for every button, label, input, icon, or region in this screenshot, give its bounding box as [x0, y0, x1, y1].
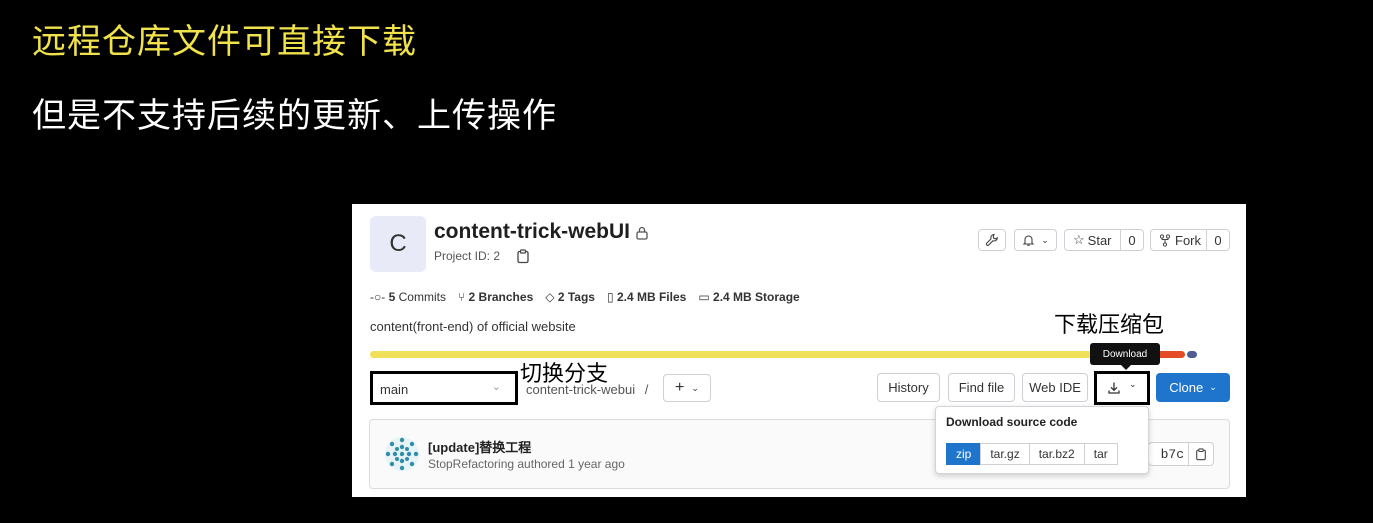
language-segment[interactable] — [1186, 351, 1198, 358]
copy-icon — [1196, 447, 1206, 460]
history-button[interactable]: History — [877, 373, 940, 402]
stat-commits[interactable]: -○- 5 Commits — [370, 290, 446, 304]
star-button[interactable]: ☆ Star 0 — [1064, 229, 1144, 251]
stat-branches[interactable]: ⑂ 2 Branches — [458, 290, 533, 304]
settings-button[interactable] — [978, 229, 1006, 251]
project-name[interactable]: content-trick-webUI — [434, 220, 630, 244]
breadcrumb-repo[interactable]: content-trick-webui — [526, 382, 635, 397]
download-icon — [1108, 382, 1120, 394]
download-format-group: zip tar.gz tar.bz2 tar — [946, 443, 1118, 465]
branch-selector[interactable]: main ⌄ — [370, 371, 518, 405]
fork-count: 0 — [1206, 230, 1229, 250]
download-targz-button[interactable]: tar.gz — [980, 443, 1030, 465]
author-avatar — [385, 437, 419, 471]
download-dropdown-title: Download source code — [946, 415, 1078, 429]
download-annotation: 下载压缩包 — [1054, 313, 1165, 338]
star-count: 0 — [1120, 230, 1143, 250]
chevron-down-icon: ⌄ — [691, 382, 699, 393]
download-tarbz2-button[interactable]: tar.bz2 — [1028, 443, 1085, 465]
project-stats: -○- 5 Commits ⑂ 2 Branches ◇ 2 Tags ▯ 2.… — [370, 290, 800, 304]
bell-icon — [1022, 234, 1035, 246]
breadcrumb: content-trick-webui / — [526, 382, 648, 397]
breadcrumb-separator: / — [644, 382, 649, 397]
plus-icon: + — [675, 379, 685, 396]
tag-icon: ◇ — [545, 290, 555, 304]
slide-subtitle: 但是不支持后续的更新、上传操作 — [32, 96, 557, 136]
star-label: Star — [1087, 232, 1112, 248]
project-avatar: C — [370, 216, 426, 272]
fork-label: Fork — [1175, 232, 1201, 248]
fork-button[interactable]: Fork 0 — [1150, 229, 1230, 251]
stat-storage[interactable]: ▭ 2.4 MB Storage — [698, 290, 799, 304]
download-tooltip: Download — [1090, 343, 1160, 370]
chevron-down-icon: ⌄ — [1129, 379, 1137, 389]
file-icon: ▯ — [606, 290, 614, 304]
find-file-button[interactable]: Find file — [948, 373, 1015, 402]
clone-button[interactable]: Clone ⌄ — [1156, 373, 1230, 402]
copy-sha-button[interactable] — [1188, 442, 1214, 466]
branch-icon: ⑂ — [457, 290, 466, 304]
clone-label: Clone — [1169, 380, 1204, 395]
lock-icon — [636, 226, 648, 240]
storage-icon: ▭ — [698, 290, 710, 304]
slide-title: 远程仓库文件可直接下载 — [32, 22, 417, 62]
fork-icon — [1159, 233, 1171, 247]
wrench-icon — [985, 233, 998, 246]
stat-tags[interactable]: ◇ 2 Tags — [545, 290, 595, 304]
project-description: content(front-end) of official website — [370, 319, 576, 334]
download-button[interactable]: ⌄ — [1094, 371, 1150, 405]
download-dropdown: Download source code zip tar.gz tar.bz2 … — [935, 406, 1149, 474]
commit-sha[interactable]: b7c — [1148, 442, 1188, 466]
chevron-down-icon: ⌄ — [1041, 234, 1049, 245]
stat-files[interactable]: ▯ 2.4 MB Files — [607, 290, 686, 304]
copy-id-icon[interactable] — [516, 249, 530, 264]
add-file-button[interactable]: + ⌄ — [663, 374, 711, 402]
language-segment[interactable] — [370, 351, 1095, 358]
gitlab-project-screenshot: C content-trick-webUI Project ID: 2 ⌄ ☆ … — [352, 204, 1246, 497]
project-id: Project ID: 2 — [434, 249, 501, 263]
notifications-button[interactable]: ⌄ — [1014, 229, 1057, 251]
commit-icon: -○- — [370, 290, 386, 304]
branch-name: main — [380, 382, 409, 397]
download-zip-button[interactable]: zip — [946, 443, 982, 465]
commit-title[interactable]: [update]替换工程 — [428, 437, 531, 456]
chevron-down-icon: ⌄ — [491, 381, 501, 393]
download-tar-button[interactable]: tar — [1083, 443, 1118, 465]
web-ide-button[interactable]: Web IDE — [1022, 373, 1088, 402]
commit-meta: StopRefactoring authored 1 year ago — [428, 457, 625, 471]
star-icon: ☆ — [1073, 232, 1085, 247]
chevron-down-icon: ⌄ — [1209, 382, 1217, 392]
